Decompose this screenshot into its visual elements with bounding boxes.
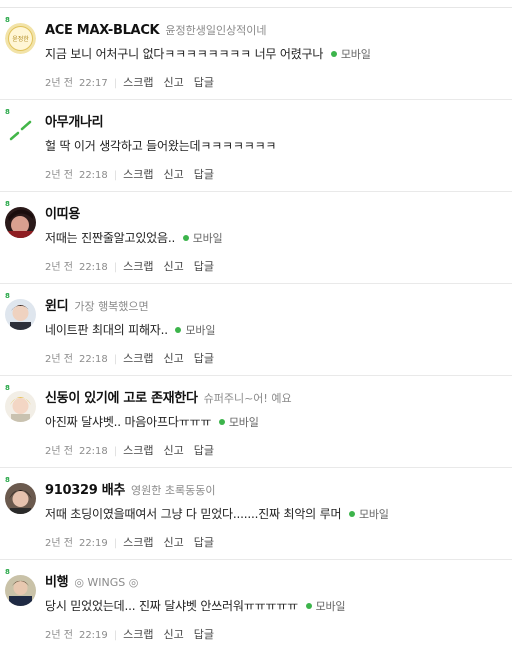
comment-time: 22:19	[78, 630, 108, 641]
mobile-dot-icon	[175, 327, 182, 333]
comment-time: 22:18	[78, 262, 108, 273]
comment-date: 2년 전	[45, 630, 73, 641]
comment-text: 저때는 진짠줄알고있었음..	[45, 231, 176, 245]
avatar[interactable]	[5, 207, 36, 238]
comment-date: 2년 전	[45, 170, 73, 181]
scrap-button[interactable]: 스크랩	[123, 444, 153, 457]
reply-button[interactable]: 답글	[194, 352, 214, 365]
level-badge: 8	[5, 476, 10, 484]
level-badge: 8	[5, 16, 10, 24]
report-button[interactable]: 신고	[164, 352, 184, 365]
avatar[interactable]	[5, 299, 36, 330]
level-badge: 8	[5, 200, 10, 208]
profile-message: 윤정한생일인상적이네	[165, 24, 267, 37]
level-badge: 8	[5, 568, 10, 576]
mobile-indicator: 모바일	[218, 416, 259, 429]
reply-button[interactable]: 답글	[194, 76, 214, 89]
reply-button[interactable]: 답글	[194, 444, 214, 457]
report-button[interactable]: 신고	[164, 168, 184, 181]
nickname[interactable]: 910329 배추	[45, 483, 125, 498]
comment-item: 8 이띠용 저때는 진짠줄알고있었음.. 모바일 2년 전 22:18 | 스크랩 신고…	[0, 192, 512, 284]
reply-button[interactable]: 답글	[194, 168, 214, 181]
comment-text: 헐 딱 이거 생각하고 들어왔는데ㅋㅋㅋㅋㅋㅋㅋ	[45, 139, 277, 153]
comment-text: 저때 초딩이였을때여서 그냥 다 믿었다.......진짜 최악의 루머	[45, 507, 342, 521]
nickname[interactable]: 비행	[45, 575, 69, 590]
comment-item: 8 아무개나리 헐 딱 이거 생각하고 들어왔는데ㅋㅋㅋㅋㅋㅋㅋ 2년 전 22:…	[0, 100, 512, 192]
comment-item: 8 윤정한 ACE MAX-BLACK 윤정한생일인상적이네 지금 보니 어처구니…	[0, 8, 512, 100]
comment-date: 2년 전	[45, 262, 73, 273]
comment-date: 2년 전	[45, 446, 73, 457]
avatar[interactable]	[5, 575, 36, 606]
mobile-indicator: 모바일	[182, 232, 223, 245]
nickname[interactable]: 윈디	[45, 299, 69, 314]
reply-button[interactable]: 답글	[194, 536, 214, 549]
report-button[interactable]: 신고	[164, 536, 184, 549]
mobile-dot-icon	[182, 235, 189, 241]
comment-item: 8 비행 ◎ WINGS ◎ 당시 믿었었는데... 진짜 달샤벳 안쓰러워ㅠㅠㅠ…	[5, 568, 346, 641]
comment-text: 당시 믿었었는데... 진짜 달샤벳 안쓰러워ㅠㅠㅠㅠㅠ	[45, 599, 298, 613]
reply-button[interactable]: 답글	[194, 260, 214, 273]
profile-message: 영원한 초록동동이	[131, 484, 216, 497]
nickname[interactable]: 아무개나리	[45, 115, 104, 130]
comment-time: 22:17	[78, 78, 108, 89]
profile-message: 가장 행복했으면	[74, 300, 149, 313]
mobile-dot-icon	[330, 51, 337, 57]
mobile-indicator: 모바일	[305, 600, 346, 613]
level-badge: 8	[5, 384, 10, 392]
report-button[interactable]: 신고	[164, 444, 184, 457]
report-button[interactable]: 신고	[164, 76, 184, 89]
comment-time: 22:18	[78, 446, 108, 457]
comment-list: 8 윤정한 ACE MAX-BLACK 윤정한생일인상적이네 지금 보니 어처구니…	[0, 8, 512, 652]
comment-time: 22:18	[78, 354, 108, 365]
avatar[interactable]	[5, 391, 36, 422]
mobile-dot-icon	[348, 511, 355, 517]
top-divider	[0, 0, 512, 8]
mobile-dot-icon	[218, 419, 225, 425]
comment-time: 22:18	[78, 170, 108, 181]
comment-item: 8 윈디 가장 행복했으면 네이트판 최대의 피해자.. 모바일 2년 전 22:1…	[0, 284, 512, 376]
mobile-indicator: 모바일	[330, 48, 371, 61]
mobile-indicator: 모바일	[175, 324, 215, 337]
profile-message: 슈퍼주니~어! 예요	[203, 392, 292, 405]
comment-text: 지금 보니 어처구니 없다ㅋㅋㅋㅋㅋㅋㅋㅋ 너무 어렸구나	[45, 47, 324, 61]
comment-text: 아진짜 달샤벳.. 마음아프다ㅠㅠㅠ	[45, 415, 212, 429]
comment-date: 2년 전	[45, 538, 73, 549]
level-badge: 8	[5, 292, 10, 300]
scrap-button[interactable]: 스크랩	[123, 352, 153, 365]
comment-text: 네이트판 최대의 피해자..	[45, 323, 168, 337]
scrap-button[interactable]: 스크랩	[123, 76, 153, 89]
mobile-indicator: 모바일	[348, 508, 389, 521]
scrap-button[interactable]: 스크랩	[123, 536, 153, 549]
comment-item: 8 신동이 있기에 고로 존재한다 슈퍼주니~어! 예요 아진짜 달샤벳.. 마음…	[0, 376, 512, 468]
report-button[interactable]: 신고	[164, 628, 184, 641]
nickname[interactable]: ACE MAX-BLACK	[45, 23, 160, 38]
avatar[interactable]	[5, 115, 36, 146]
avatar[interactable]: 윤정한	[5, 23, 36, 54]
profile-message: ◎ WINGS ◎	[74, 576, 139, 589]
scrap-button[interactable]: 스크랩	[123, 260, 153, 273]
comment-date: 2년 전	[45, 354, 73, 365]
scrap-button[interactable]: 스크랩	[123, 628, 153, 641]
level-badge: 8	[5, 108, 10, 116]
scrap-button[interactable]: 스크랩	[123, 168, 153, 181]
nickname[interactable]: 이띠용	[45, 207, 80, 222]
mobile-dot-icon	[305, 603, 312, 609]
comment-time: 22:19	[78, 538, 108, 549]
nickname[interactable]: 신동이 있기에 고로 존재한다	[45, 391, 198, 406]
svg-text:윤정한: 윤정한	[12, 36, 29, 43]
avatar[interactable]	[5, 483, 36, 514]
comment-date: 2년 전	[45, 78, 73, 89]
report-button[interactable]: 신고	[164, 260, 184, 273]
reply-button[interactable]: 답글	[194, 628, 214, 641]
comment-item: 8 910329 배추 영원한 초록동동이 저때 초딩이였을때여서 그냥 다 믿었…	[0, 468, 512, 560]
